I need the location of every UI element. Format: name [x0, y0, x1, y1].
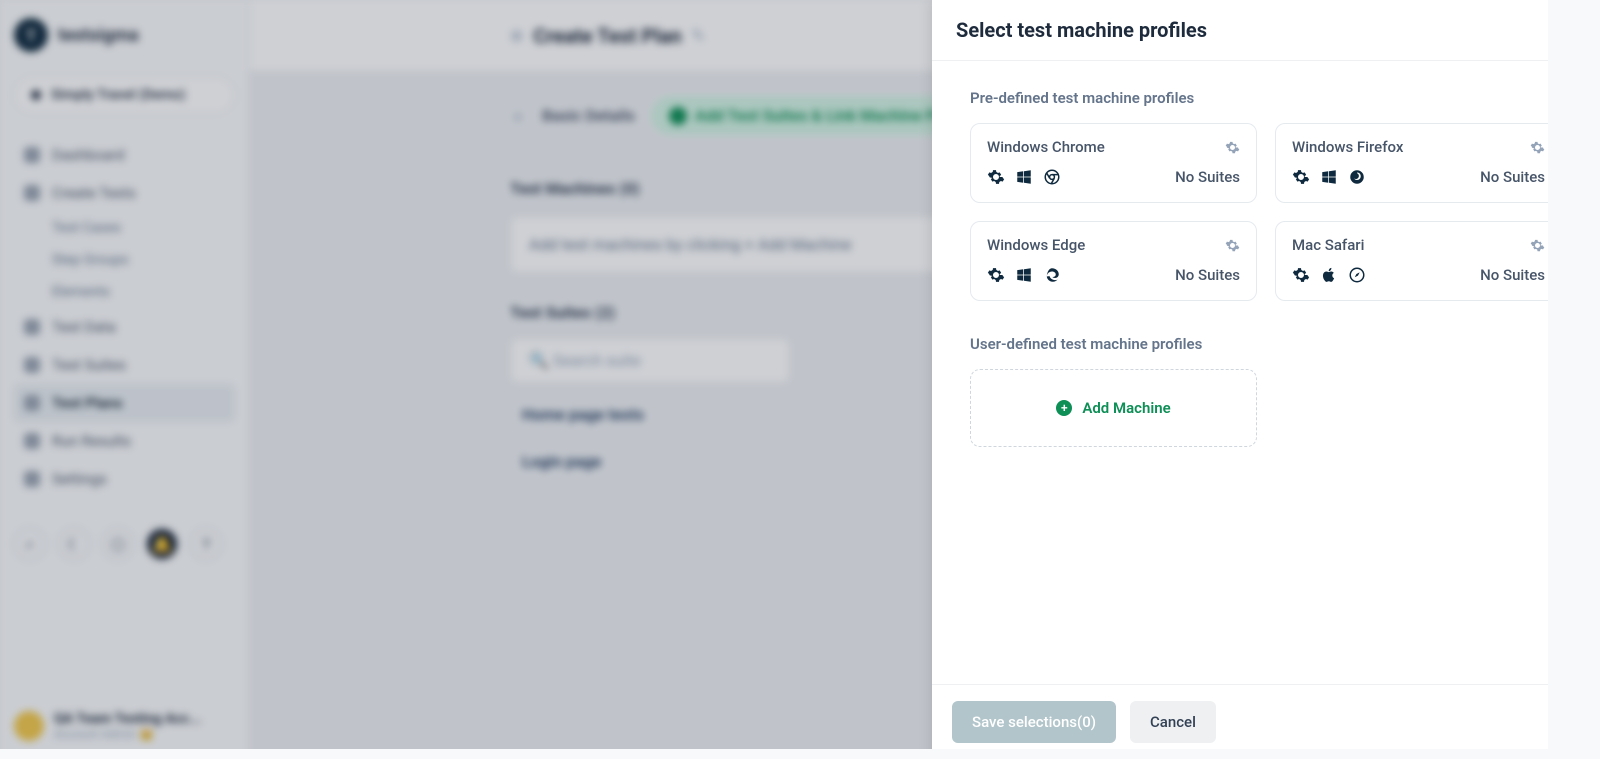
- plus-icon: +: [1056, 400, 1072, 416]
- profile-card-windows-edge[interactable]: Windows Edge No Suites: [970, 221, 1257, 301]
- suites-count: No Suites: [1480, 266, 1545, 284]
- profile-name: Windows Firefox: [1292, 138, 1403, 156]
- profile-name: Mac Safari: [1292, 236, 1364, 254]
- chrome-icon: [1043, 168, 1061, 186]
- predefined-profiles-grid: Windows Chrome No Suites Windows Firefox: [970, 123, 1562, 301]
- add-machine-button[interactable]: + Add Machine: [970, 369, 1257, 447]
- userdefined-section-label: User-defined test machine profiles: [970, 335, 1562, 353]
- gear-icon[interactable]: [1530, 140, 1545, 155]
- windows-icon: [1015, 266, 1033, 284]
- gear-icon: [1292, 168, 1310, 186]
- profile-name: Windows Chrome: [987, 138, 1105, 156]
- suites-count: No Suites: [1175, 266, 1240, 284]
- save-button[interactable]: Save selections(0): [952, 701, 1116, 743]
- suites-count: No Suites: [1480, 168, 1545, 186]
- cancel-button[interactable]: Cancel: [1130, 701, 1216, 743]
- drawer-footer: Save selections(0) Cancel: [932, 684, 1600, 759]
- profile-card-windows-chrome[interactable]: Windows Chrome No Suites: [970, 123, 1257, 203]
- gear-icon[interactable]: [1225, 238, 1240, 253]
- drawer-header: Select test machine profiles: [932, 0, 1600, 61]
- gear-icon: [987, 168, 1005, 186]
- edge-icon: [1043, 266, 1061, 284]
- close-icon[interactable]: [1556, 20, 1576, 40]
- machine-profiles-drawer: Select test machine profiles Pre-defined…: [932, 0, 1600, 759]
- drawer-body: Pre-defined test machine profiles Window…: [932, 61, 1600, 684]
- gear-icon: [1292, 266, 1310, 284]
- suites-count: No Suites: [1175, 168, 1240, 186]
- gear-icon[interactable]: [1530, 238, 1545, 253]
- predefined-section-label: Pre-defined test machine profiles: [970, 89, 1562, 107]
- profile-name: Windows Edge: [987, 236, 1085, 254]
- windows-icon: [1320, 168, 1338, 186]
- add-machine-label: Add Machine: [1082, 399, 1170, 417]
- profile-card-windows-firefox[interactable]: Windows Firefox No Suites: [1275, 123, 1562, 203]
- safari-icon: [1348, 266, 1366, 284]
- gear-icon[interactable]: [1225, 140, 1240, 155]
- profile-card-mac-safari[interactable]: Mac Safari No Suites: [1275, 221, 1562, 301]
- apple-icon: [1320, 266, 1338, 284]
- firefox-icon: [1348, 168, 1366, 186]
- windows-icon: [1015, 168, 1033, 186]
- gear-icon: [987, 266, 1005, 284]
- drawer-title: Select test machine profiles: [956, 18, 1207, 42]
